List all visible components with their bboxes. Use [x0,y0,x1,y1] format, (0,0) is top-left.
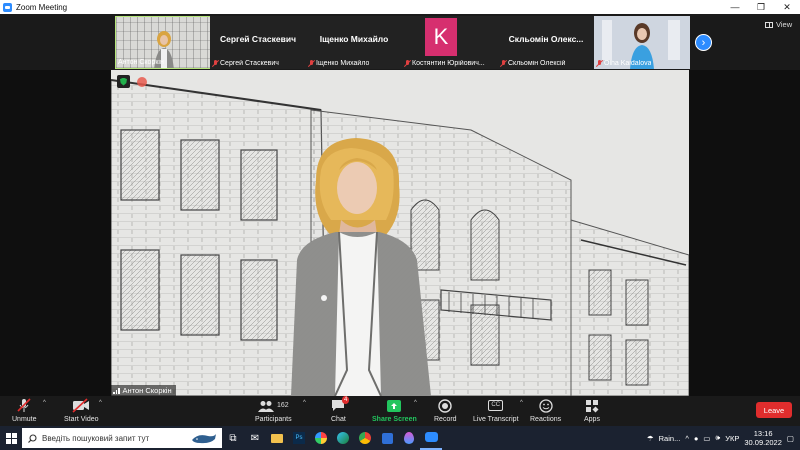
weather-icon[interactable]: ☂ [647,434,654,443]
mic-muted-icon [212,60,218,67]
window-controls: — ❐ ✕ [722,0,800,14]
mic-muted-icon [308,60,314,67]
participant-thumbnail[interactable]: Сергей Стаскевич Сергей Стаскевич [210,16,306,69]
language-indicator[interactable]: УКР [725,434,739,443]
participant-label: Сергей Стаскевич [212,60,279,67]
windows-logo-icon [5,432,17,444]
camera-off-icon [72,398,90,413]
folder-icon[interactable] [266,426,288,450]
weather-text[interactable]: Rain... [659,434,681,443]
participant-thumbnail[interactable]: Olha Kaidalova [594,16,690,69]
notifications-icon[interactable]: ▢ [787,434,794,443]
participant-name: Сергей Стаскевич [219,34,297,44]
mic-muted-icon [596,60,602,67]
encryption-shield-icon[interactable] [117,75,130,88]
mail-icon[interactable]: ✉ [244,426,266,450]
active-speaker-video[interactable]: Антон Скоркін [111,70,689,396]
participant-label: Іщенко Михайло [308,60,369,67]
zoom-logo-icon [3,2,12,12]
participant-thumbnail[interactable]: Антон Скоркін [115,16,211,69]
participant-label: Скльомін Олексій [500,60,565,67]
participant-label: Olha Kaidalova [596,60,651,67]
close-icon[interactable]: ✕ [774,0,800,14]
mic-muted-icon [500,60,506,67]
drop-app-icon[interactable] [398,426,420,450]
network-icon[interactable]: ▭ [703,434,710,443]
chat-button[interactable]: 4 Chat [331,396,350,423]
leave-button[interactable]: Leave [756,402,792,418]
grid-view-icon [765,21,773,28]
zoom-window: Zoom Meeting — ❐ ✕ Антон Скоркін Сергей … [0,0,800,450]
windows-taskbar: Введіть пошуковий запит тут ⧉ ✉ Ps ☂ Rai… [0,426,800,450]
title-bar: Zoom Meeting — ❐ ✕ [0,0,800,14]
record-button[interactable]: Record [434,398,457,423]
unmute-button[interactable]: Unmute [12,398,37,423]
participants-options-caret-icon[interactable]: ^ [303,400,306,406]
app-icon[interactable] [376,426,398,450]
participants-icon: 162 [257,398,289,413]
task-view-icon[interactable]: ⧉ [222,426,244,450]
next-page-button[interactable]: › [695,34,712,51]
tray-chevron-icon[interactable]: ^ [685,434,689,443]
live-transcript-button[interactable]: CC Live Transcript [473,398,519,423]
search-icon [28,433,37,443]
reactions-button[interactable]: Reactions [530,398,561,423]
search-placeholder: Введіть пошуковий запит тут [42,433,150,443]
reactions-smiley-icon [538,398,553,413]
share-screen-icon [386,398,402,413]
chrome-icon[interactable] [354,426,376,450]
closed-caption-icon: CC [488,398,504,413]
system-tray: ☂ Rain... ^ ● ▭ 🕪 УКР 13:16 30.09.2022 ▢ [647,426,800,450]
mic-muted-icon [404,60,410,67]
participant-label: Костянтин Юрійович... [404,60,485,67]
chat-icon: 4 [331,396,350,413]
video-options-caret-icon[interactable]: ^ [99,400,102,406]
window-title: Zoom Meeting [16,2,68,12]
microphone-muted-icon [17,398,31,413]
share-options-caret-icon[interactable]: ^ [414,400,417,406]
participant-thumbnail[interactable]: K Костянтин Юрійович... [402,16,498,69]
view-button[interactable]: View [765,20,792,29]
zoom-taskbar-icon[interactable] [420,426,442,450]
taskbar-search-box[interactable]: Введіть пошуковий запит тут [22,428,222,448]
avatar: K [425,18,457,56]
participant-name: Скльомін Олекс... [508,34,584,44]
record-icon [438,398,452,413]
participant-thumbnail[interactable]: Іщенко Михайло Іщенко Михайло [306,16,402,69]
speaker-video-frame [111,70,689,396]
share-screen-button[interactable]: Share Screen [372,398,417,423]
start-video-button[interactable]: Start Video [64,398,99,423]
participants-count: 162 [276,402,289,409]
edge-icon[interactable] [332,426,354,450]
participant-name: Іщенко Михайло [319,34,389,44]
apps-button[interactable]: Apps [584,398,600,423]
transcript-options-caret-icon[interactable]: ^ [520,400,523,406]
restore-icon[interactable]: ❐ [748,0,774,14]
apps-icon [585,398,599,413]
taskbar-clock[interactable]: 13:16 30.09.2022 [744,429,782,447]
audio-options-caret-icon[interactable]: ^ [43,400,46,406]
meeting-toolbar: Unmute ^ Start Video ^ 162 Participants … [0,396,800,426]
paint-icon[interactable] [310,426,332,450]
participant-label: Антон Скоркін [118,59,164,66]
participant-thumbnail[interactable]: Скльомін Олекс... Скльомін Олексій [498,16,594,69]
participant-strip: Антон Скоркін Сергей Стаскевич Сергей Ст… [0,14,800,70]
chat-unread-badge: 4 [342,396,350,404]
recording-indicator-icon [137,77,147,87]
speaker-icon[interactable]: 🕪 [715,433,720,443]
whale-illustration-icon [192,434,216,444]
connection-signal-icon [113,387,120,394]
speaker-name-label: Антон Скоркін [111,385,176,396]
participants-button[interactable]: 162 Participants [255,398,292,423]
start-button[interactable] [0,426,22,450]
minimize-icon[interactable]: — [722,0,748,14]
tray-app-icon[interactable]: ● [694,434,699,443]
photoshop-icon[interactable]: Ps [288,426,310,450]
